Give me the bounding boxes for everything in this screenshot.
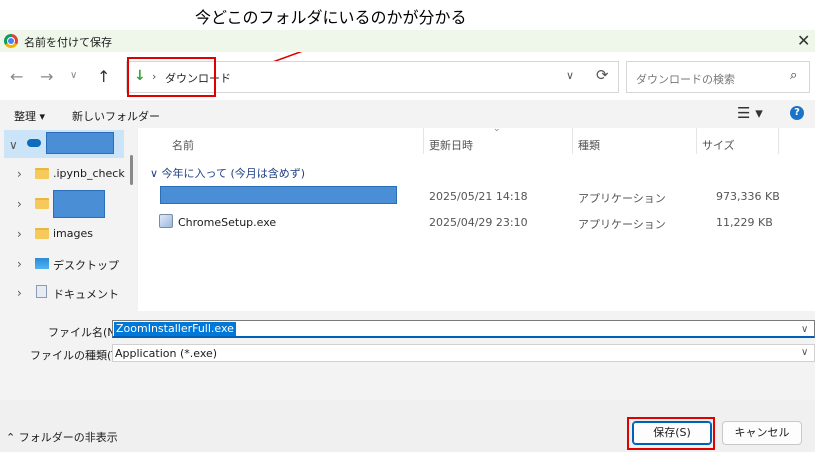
nav-scrollbar[interactable] [130, 155, 133, 185]
expand-chevron-icon[interactable]: › [17, 227, 22, 241]
folder-icon [35, 168, 49, 179]
file-name[interactable]: ChromeSetup.exe [178, 216, 276, 229]
folder-icon [35, 228, 49, 239]
search-icon[interactable]: ⌕ [790, 68, 797, 83]
column-header-size[interactable]: サイズ [702, 137, 735, 153]
file-size: 973,336 KB [716, 190, 780, 203]
filename-dropdown-icon[interactable]: ∨ [801, 324, 808, 335]
column-header-name[interactable]: 名前 [172, 137, 194, 153]
expand-chevron-icon[interactable]: › [17, 286, 22, 300]
back-button[interactable]: ← [10, 67, 23, 86]
folder-icon [35, 198, 49, 209]
annotation-highlight-address [127, 57, 216, 97]
chrome-icon [4, 34, 18, 48]
forward-button[interactable]: → [40, 67, 53, 86]
new-folder-button[interactable]: 新しいフォルダー [72, 108, 160, 124]
annotation-highlight-save [627, 417, 715, 450]
window-title: 名前を付けて保存 [24, 36, 112, 49]
sidebar-item-documents[interactable]: ドキュメント [53, 286, 119, 302]
document-icon [36, 285, 47, 298]
column-header-modified[interactable]: 更新日時 [429, 137, 473, 153]
sidebar-item-ipynb-checkpoints[interactable]: .ipynb_checkpoints [53, 167, 125, 180]
title-bar: 名前を付けて保存 ✕ [0, 30, 815, 52]
up-button[interactable]: ↑ [97, 67, 110, 86]
file-modified: 2025/04/29 23:10 [429, 216, 528, 229]
expand-chevron-icon[interactable]: › [17, 197, 22, 211]
refresh-icon[interactable]: ⟳ [596, 66, 609, 84]
onedrive-cloud-icon [27, 139, 41, 147]
filename-value[interactable]: ZoomInstallerFull.exe [114, 322, 236, 336]
redacted-folder-name[interactable] [53, 190, 105, 218]
file-type: アプリケーション [578, 192, 666, 205]
help-icon[interactable]: ? [790, 106, 804, 120]
organize-button[interactable]: 整理 ▾ [14, 108, 45, 124]
filetype-value: Application (*.exe) [115, 347, 218, 360]
filetype-dropdown-icon[interactable]: ∨ [801, 347, 808, 358]
view-options-icon[interactable]: ☰ ▾ [737, 104, 763, 122]
hide-folders-toggle[interactable]: ⌃ フォルダーの非表示 [6, 429, 118, 445]
group-header-this-year[interactable]: ∨ 今年に入って (今月は含めず) [150, 165, 305, 181]
expand-chevron-icon[interactable]: › [17, 167, 22, 181]
expand-chevron-icon[interactable]: › [17, 257, 22, 271]
address-dropdown-icon[interactable]: ∨ [566, 69, 574, 82]
file-modified: 2025/05/21 14:18 [429, 190, 528, 203]
column-divider[interactable] [778, 128, 779, 154]
redacted-label [46, 132, 114, 154]
filetype-select[interactable] [112, 344, 815, 362]
recent-locations-button[interactable]: ∨ [70, 70, 77, 81]
cancel-button[interactable]: キャンセル [722, 421, 802, 445]
exe-file-icon [159, 214, 173, 228]
search-placeholder: ダウンロードの検索 [636, 73, 735, 86]
column-divider[interactable] [423, 128, 424, 154]
file-size: 11,229 KB [716, 216, 773, 229]
sort-indicator-icon: ⌄ [493, 124, 501, 134]
expand-chevron-icon[interactable]: ∨ [9, 138, 18, 152]
close-button[interactable]: ✕ [797, 31, 810, 50]
column-divider[interactable] [572, 128, 573, 154]
redacted-file-name[interactable] [160, 186, 397, 204]
sidebar-item-desktop[interactable]: デスクトップ [53, 257, 119, 273]
column-header-type[interactable]: 種類 [578, 137, 600, 153]
file-type: アプリケーション [578, 218, 666, 231]
sidebar-item-images[interactable]: images [53, 227, 93, 240]
desktop-icon [35, 258, 49, 269]
column-divider[interactable] [696, 128, 697, 154]
